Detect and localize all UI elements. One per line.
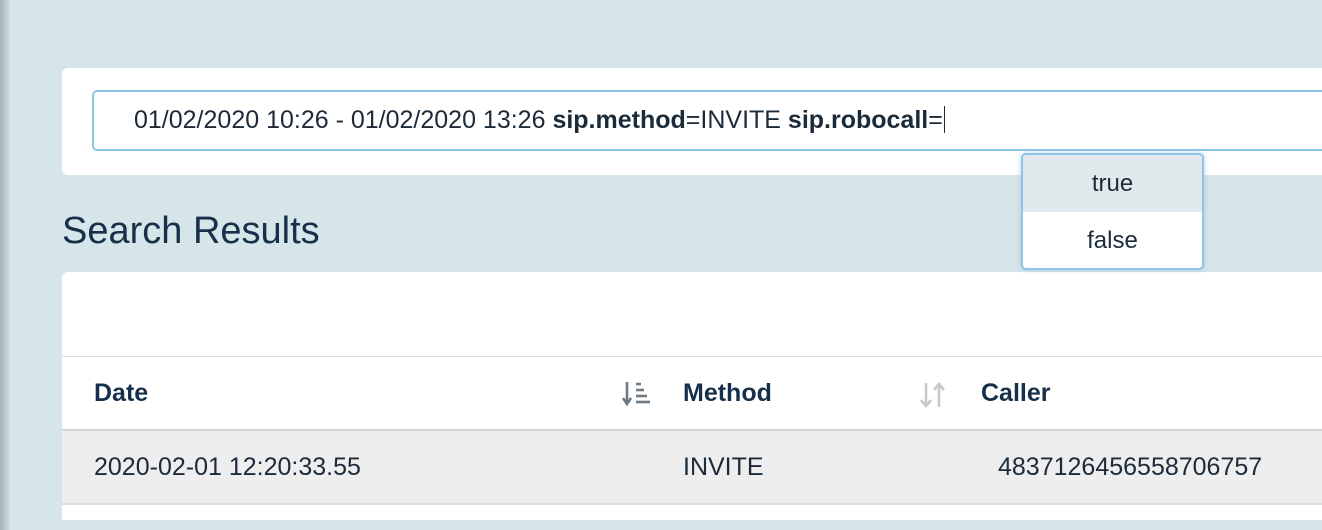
sort-both-icon[interactable]	[918, 381, 948, 414]
filter-key-method: sip.method	[552, 106, 686, 134]
cell-caller: 4837126456558706757	[998, 453, 1263, 481]
column-header-caller[interactable]: Caller	[981, 357, 1050, 429]
filter-op-robocall: =	[928, 106, 943, 134]
date-range-token: 01/02/2020 10:26 - 01/02/2020 13:26	[134, 106, 546, 134]
section-title: Search Results	[62, 210, 320, 252]
autocomplete-option-false[interactable]: false	[1023, 212, 1202, 268]
filter-key-robocall: sip.robocall	[787, 106, 929, 134]
column-header-method[interactable]: Method	[683, 357, 772, 429]
search-query-input[interactable]: 01/02/2020 10:26 - 01/02/2020 13:26 sip.…	[92, 90, 1322, 151]
table-row[interactable]: 2020-02-01 12:20:33.55 INVITE 4837126456…	[62, 431, 1322, 505]
cell-date: 2020-02-01 12:20:33.55	[94, 453, 361, 481]
text-caret	[943, 106, 945, 133]
autocomplete-option-true[interactable]: true	[1023, 155, 1202, 212]
cell-method: INVITE	[683, 453, 764, 481]
filter-op-method: =	[685, 106, 701, 134]
column-header-date[interactable]: Date	[94, 357, 148, 429]
autocomplete-dropdown: true false	[1021, 153, 1204, 270]
sort-descending-icon[interactable]	[621, 381, 652, 412]
window-edge-shadow	[0, 0, 10, 530]
table-header: Date Method Caller	[62, 356, 1322, 431]
filter-value-method: INVITE	[700, 106, 781, 134]
